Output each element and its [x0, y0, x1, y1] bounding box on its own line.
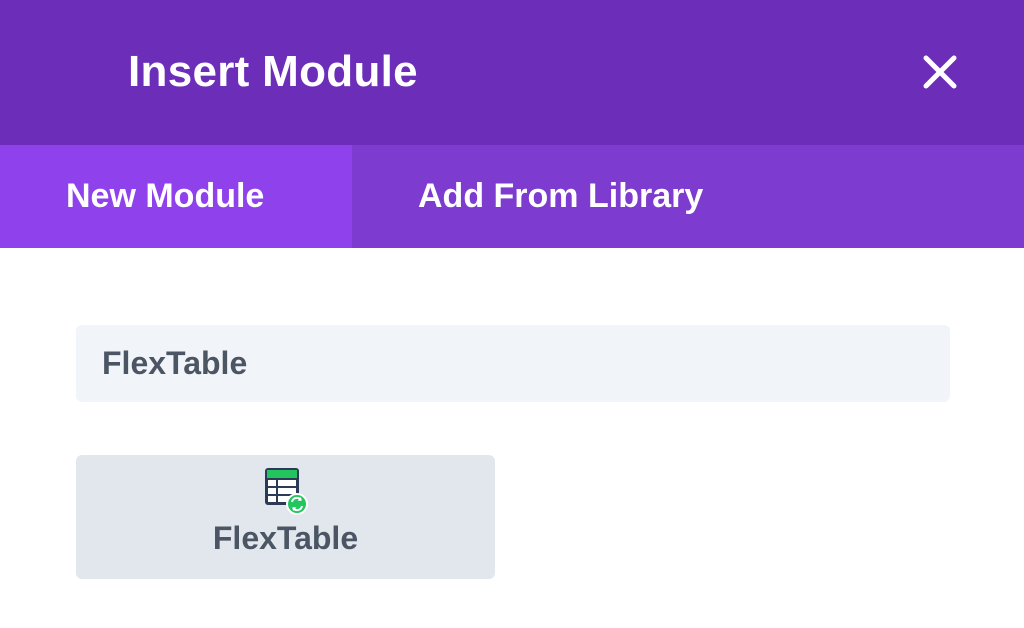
- search-input-value: FlexTable: [102, 345, 248, 381]
- insert-module-modal: Insert Module New Module Add From Librar…: [0, 0, 1024, 628]
- tab-label: Add From Library: [418, 177, 704, 215]
- close-button[interactable]: [914, 46, 966, 98]
- tab-new-module[interactable]: New Module: [0, 145, 352, 248]
- tab-bar: New Module Add From Library: [0, 145, 1024, 248]
- tab-add-from-library[interactable]: Add From Library: [352, 145, 792, 248]
- search-input[interactable]: FlexTable: [76, 325, 950, 402]
- modal-header: Insert Module: [0, 0, 1024, 145]
- close-icon: [923, 55, 957, 89]
- modal-title: Insert Module: [128, 47, 418, 96]
- module-label: FlexTable: [212, 520, 359, 556]
- module-card-flextable[interactable]: FlexTable: [76, 455, 495, 579]
- flextable-icon: [265, 468, 308, 515]
- tab-label: New Module: [66, 177, 265, 215]
